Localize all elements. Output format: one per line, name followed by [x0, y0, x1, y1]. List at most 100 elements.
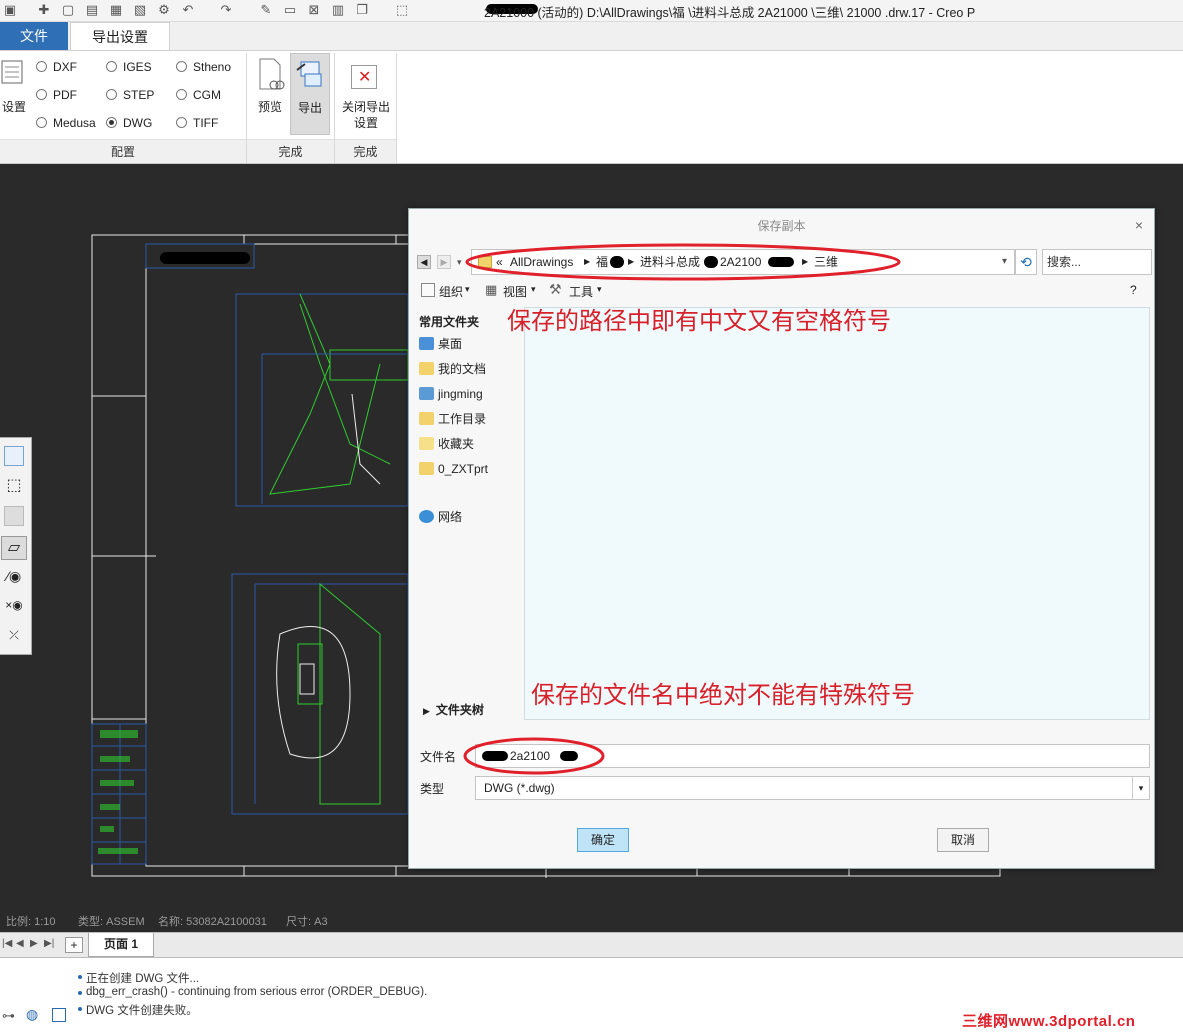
ok-button[interactable]: 确定	[577, 828, 629, 852]
save-icon[interactable]: ▦	[108, 2, 124, 18]
radio-iges[interactable]: IGES	[106, 59, 152, 75]
globe-icon[interactable]: ◍	[26, 1006, 38, 1023]
nav-my-documents[interactable]: 我的文档	[419, 360, 486, 378]
tool-layer-icon[interactable]	[4, 506, 24, 526]
dialog-toolbar: 组织 ▾ ▦ 视图 ▾ ⚒ 工具 ▾ ?	[417, 281, 1152, 303]
group-complete-label-2: 完成	[335, 139, 396, 163]
prev-page-icon[interactable]: ◀	[16, 938, 24, 949]
radio-tiff[interactable]: TIFF	[176, 115, 218, 131]
computer-icon	[419, 387, 434, 400]
preview-icon	[259, 58, 285, 90]
radio-pdf[interactable]: PDF	[36, 87, 77, 103]
last-page-icon[interactable]: ▶|	[44, 938, 54, 949]
favorites-icon	[419, 437, 434, 450]
redo-icon[interactable]: ↷	[218, 2, 234, 18]
export-icon	[296, 61, 322, 87]
save-as-icon[interactable]: ▧	[132, 2, 148, 18]
tool-csys-display-icon[interactable]: ⤫	[4, 628, 24, 648]
nav-desktop[interactable]: 桌面	[419, 335, 462, 353]
tool-axis-display-icon[interactable]: ⁄◉	[4, 568, 24, 588]
search-input[interactable]: 搜索...	[1042, 249, 1152, 275]
nav-zxtprt[interactable]: 0_ZXTprt	[419, 460, 488, 478]
folder-icon	[419, 462, 434, 475]
type-dropdown-icon[interactable]: ▾	[1132, 777, 1149, 799]
nav-favorites[interactable]: 收藏夹	[419, 435, 474, 453]
save-copy-dialog: 保存副本 × ◀ ▶ ▾ « AllDrawings ▶ 福 ▶ 进料斗总成 2…	[408, 208, 1155, 869]
new-icon[interactable]: ✚	[36, 2, 52, 18]
expand-arrow-icon: ▶	[423, 706, 430, 716]
open-icon[interactable]: ▤	[84, 2, 100, 18]
add-page-button[interactable]: +	[65, 937, 83, 953]
settings-icon	[1, 60, 23, 84]
status-size: 尺寸: A3	[286, 916, 328, 928]
file-list-area[interactable]	[524, 307, 1150, 720]
refresh-icon[interactable]: ⟲	[1015, 249, 1037, 275]
settings-button[interactable]	[0, 57, 28, 89]
folder-tree-toggle[interactable]: ▶ 文件夹树	[423, 701, 484, 718]
left-toolbar: ⬚ ▱ ⁄◉ ×◉ ⤫	[0, 437, 32, 655]
windows-icon[interactable]: ❐	[354, 2, 370, 18]
radio-dwg[interactable]: DWG	[106, 115, 152, 131]
group-config-label: 配置	[0, 139, 246, 163]
organize-dropdown-icon[interactable]: ▾	[465, 284, 470, 295]
history-dropdown-icon[interactable]: ▾	[457, 257, 462, 268]
new-file-icon[interactable]: ▢	[60, 2, 76, 18]
view-dropdown-icon[interactable]: ▾	[531, 284, 536, 295]
close-export-label-1: 关闭导出	[341, 100, 390, 114]
tool-plane-icon[interactable]: ▱	[1, 536, 27, 560]
close-export-button[interactable]: ✕	[351, 65, 377, 89]
ribbon-tab-bar	[0, 22, 1183, 50]
tool-3d-icon[interactable]: ⬚	[4, 476, 24, 496]
tool-point-display-icon[interactable]: ×◉	[4, 598, 24, 618]
tree-icon[interactable]: ⊶	[2, 1008, 15, 1024]
display-icon[interactable]: ▭	[282, 2, 298, 18]
address-dropdown-icon[interactable]: ▾	[1002, 250, 1007, 274]
table-icon[interactable]: ▥	[330, 2, 346, 18]
message-line: DWG 文件创建失败。	[78, 1002, 198, 1018]
app-icon[interactable]: ▣	[2, 2, 18, 18]
nav-working-dir[interactable]: 工作目录	[419, 410, 486, 428]
tab-page-1[interactable]: 页面 1	[88, 933, 154, 957]
tab-export-settings[interactable]: 导出设置	[70, 22, 170, 51]
radio-step[interactable]: STEP	[106, 87, 154, 103]
radio-medusa[interactable]: Medusa	[36, 115, 96, 131]
dialog-close-button[interactable]: ×	[1131, 217, 1147, 233]
tab-file[interactable]: 文件	[0, 22, 68, 50]
folder-pane: 常用文件夹 桌面 我的文档 jingming 工作目录 收藏夹 0_ZXTprt…	[415, 307, 523, 727]
brush-icon[interactable]: ✎	[258, 2, 274, 18]
cancel-button[interactable]: 取消	[937, 828, 989, 852]
close-window-icon[interactable]: ⊠	[306, 2, 322, 18]
select-box-icon[interactable]: ⬚	[394, 2, 410, 18]
help-icon[interactable]: ?	[1130, 283, 1137, 297]
nav-jingming[interactable]: jingming	[419, 385, 483, 403]
next-page-icon[interactable]: ▶	[30, 938, 38, 949]
radio-cgm[interactable]: CGM	[176, 87, 221, 103]
preview-button[interactable]	[254, 57, 286, 93]
watermark: 三维网www.3dportal.cn	[962, 1013, 1136, 1030]
tools-menu[interactable]: 工具	[569, 283, 593, 300]
message-line: dbg_err_crash() - continuing from seriou…	[77, 986, 428, 998]
status-name: 名称: 53082A2100031	[158, 916, 267, 928]
type-label: 类型	[420, 782, 445, 796]
file-type-select[interactable]: DWG (*.dwg) ▾	[475, 776, 1150, 800]
export-label: 导出	[297, 101, 322, 115]
forward-arrow-icon[interactable]: ▶	[437, 255, 451, 269]
radio-stheno[interactable]: Stheno	[176, 59, 231, 75]
ribbon: 设置 DXF IGES Stheno PDF STEP CGM Medusa D…	[0, 50, 1183, 164]
path-highlight-ellipse	[465, 243, 901, 281]
regenerate-icon[interactable]: ⚙	[156, 2, 172, 18]
message-line: 正在创建 DWG 文件...	[77, 970, 199, 986]
tool-sketch-icon[interactable]	[4, 446, 24, 466]
tools-dropdown-icon[interactable]: ▾	[597, 284, 602, 295]
nav-network[interactable]: 网络	[419, 508, 462, 526]
export-button[interactable]: 导出	[290, 53, 330, 135]
close-red-icon: ✕	[358, 69, 372, 86]
view-menu[interactable]: 视图	[503, 283, 527, 300]
undo-icon[interactable]: ↶	[180, 2, 196, 18]
first-page-icon[interactable]: |◀	[2, 938, 12, 949]
organize-menu[interactable]: 组织	[439, 283, 463, 300]
status-type: 类型: ASSEM	[78, 916, 145, 928]
window-icon[interactable]	[52, 1008, 66, 1022]
back-arrow-icon[interactable]: ◀	[417, 255, 431, 269]
radio-dxf[interactable]: DXF	[36, 59, 77, 75]
